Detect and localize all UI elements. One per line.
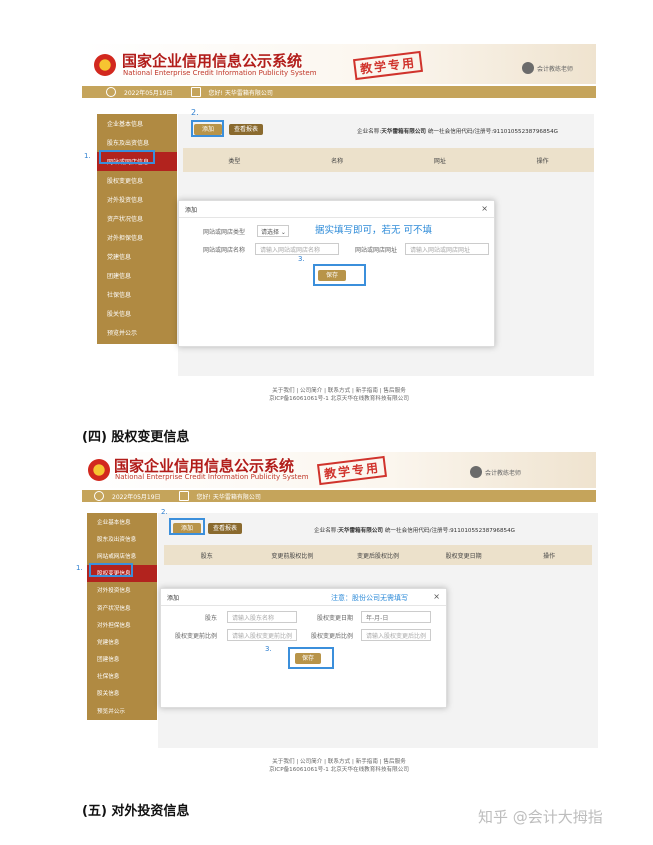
clock-icon [106, 87, 116, 97]
column-header: 股权变更日期 [445, 552, 482, 560]
sidebar-item[interactable]: 股关信息 [97, 304, 177, 323]
column-header: 变更前股权比例 [271, 552, 314, 560]
screenshot-equity-change: 国家企业信用信息公示系统 National Enterprise Credit … [76, 452, 598, 777]
step-1-label: 1. [84, 152, 91, 160]
sidebar-item[interactable]: 对外投资信息 [97, 190, 177, 209]
column-header: 类型 [228, 157, 241, 165]
user-badge[interactable]: 会计教练老师 [470, 466, 521, 478]
sidebar-item[interactable]: 企业基本信息 [97, 114, 177, 133]
system-header: 国家企业信用信息公示系统 National Enterprise Credit … [82, 44, 596, 84]
info-bar: 2022年05月19日 您好! 天华雷箱有限公司 [82, 86, 596, 98]
site-url-input[interactable]: 请输入网站或网店网址 [405, 243, 489, 255]
sidebar-item[interactable]: 预览并公示 [87, 702, 157, 719]
sidebar-item[interactable]: 股关信息 [87, 685, 157, 702]
highlight-add-button [191, 120, 224, 137]
sidebar-item[interactable]: 社保信息 [87, 668, 157, 685]
dialog-title: 添加 [167, 595, 180, 602]
sidebar-item[interactable]: 资产状况信息 [97, 209, 177, 228]
teaching-stamp: 教学专用 [316, 455, 388, 486]
column-header: 变更后股权比例 [356, 552, 399, 560]
national-emblem-icon [88, 459, 110, 481]
ratio-row: 股权变更前比例 请输入股权变更前比例 股权变更后比例 请输入股权变更后比例 [167, 629, 431, 641]
system-subtitle: National Enterprise Credit Information P… [123, 69, 317, 77]
user-icon [190, 87, 201, 97]
company-info: 企业名称:天华雷箱有限公司 统一社会信用代码/注册号:9110105523879… [314, 528, 515, 534]
sidebar-item[interactable]: 党建信息 [97, 247, 177, 266]
close-icon[interactable]: × [433, 592, 440, 601]
column-header: 名称 [331, 157, 344, 165]
company-info: 企业名称:天华雷箱有限公司 统一社会信用代码/注册号:9110105523879… [357, 129, 558, 135]
step-3-label: 3. [265, 645, 272, 653]
type-row: 网站或网店类型 请选择 ⌄ [187, 225, 289, 237]
change-date-input[interactable]: 年-月-日 [361, 611, 431, 623]
sidebar-item[interactable]: 股东及出资信息 [87, 530, 157, 547]
dialog-title: 添加 [185, 207, 198, 214]
sidebar-item[interactable]: 社保信息 [97, 285, 177, 304]
fill-note: 注意：股份公司无需填写 [331, 594, 408, 602]
dialog-divider [179, 217, 494, 218]
sidebar-item[interactable]: 团建信息 [87, 651, 157, 668]
user-badge[interactable]: 会计教练老师 [522, 62, 573, 74]
table-header: 股东 变更前股权比例 变更后股权比例 股权变更日期 操作 [164, 545, 592, 565]
heading-equity-change: (四) 股权变更信息 [82, 430, 190, 445]
footer-icp: 京ICP备16061061号-1 北京天华在线教育科技有限公司 [269, 767, 409, 773]
highlight-save-button [288, 647, 334, 669]
footer-icp: 京ICP备16061061号-1 北京天华在线教育科技有限公司 [269, 396, 409, 402]
clock-icon [94, 491, 104, 501]
sidebar-item[interactable]: 对外担保信息 [97, 228, 177, 247]
table-header: 类型 名称 网址 操作 [183, 148, 594, 172]
fill-note: 据实填写即可，若无 可不填 [315, 225, 433, 236]
system-title: 国家企业信用信息公示系统 [122, 52, 303, 70]
dialog-divider [161, 605, 446, 606]
type-select[interactable]: 请选择 ⌄ [257, 225, 289, 237]
footer-links: 关于我们 | 公司简介 | 联系方式 | 新手指南 | 售后服务 [272, 388, 406, 394]
info-bar: 2022年05月19日 您好! 天华雷箱有限公司 [82, 490, 596, 502]
sidebar-nav: 企业基本信息 股东及出资信息 网站或网店信息 股权变更信息 对外投资信息 资产状况信息 对外… [87, 513, 157, 720]
screenshot-website-info: 国家企业信用信息公示系统 National Enterprise Credit … [82, 44, 596, 404]
highlight-active-menu [89, 563, 133, 577]
highlight-save-button [313, 264, 366, 286]
holder-input[interactable]: 请输入股东名称 [227, 611, 297, 623]
zhihu-watermark: 知乎 @会计大拇指 [478, 808, 603, 826]
avatar [522, 62, 534, 74]
highlight-add-button [169, 518, 205, 535]
column-header: 网址 [433, 157, 446, 165]
sidebar-item[interactable]: 资产状况信息 [87, 599, 157, 616]
name-url-row: 网站或网店名称 请输入网站或网店名称 网站或网店网址 请输入网站或网店网址 [187, 243, 489, 255]
step-2-label: 2. [161, 508, 168, 516]
highlight-active-menu [99, 150, 155, 164]
system-subtitle: National Enterprise Credit Information P… [115, 473, 309, 481]
close-icon[interactable]: × [481, 204, 488, 213]
heading-outbound-investment: (五) 对外投资信息 [82, 804, 190, 819]
sidebar-item[interactable]: 团建信息 [97, 266, 177, 285]
step-2-label: 2. [191, 108, 199, 117]
sidebar-nav: 企业基本信息 股东及出资信息 网站或网店信息 股权变更信息 对外投资信息 资产状况信息 对外… [97, 114, 177, 344]
view-report-button[interactable]: 查看报表 [208, 523, 242, 534]
column-header: 股东 [200, 552, 213, 560]
column-header: 操作 [536, 157, 549, 165]
view-report-button[interactable]: 查看报表 [229, 124, 263, 135]
sidebar-item[interactable]: 预览并公示 [97, 323, 177, 342]
sidebar-item[interactable]: 党建信息 [87, 633, 157, 650]
user-icon [178, 491, 189, 501]
sidebar-item[interactable]: 企业基本信息 [87, 513, 157, 530]
sidebar-item[interactable]: 对外投资信息 [87, 582, 157, 599]
sidebar-item[interactable]: 股权变更信息 [97, 171, 177, 190]
system-header: 国家企业信用信息公示系统 National Enterprise Credit … [82, 452, 596, 488]
ratio-after-input[interactable]: 请输入股权变更后比例 [361, 629, 431, 641]
holder-date-row: 股东 请输入股东名称 股权变更日期 年-月-日 [167, 611, 431, 623]
sidebar-item[interactable]: 对外担保信息 [87, 616, 157, 633]
sidebar-item[interactable]: 网站或网店信息 [87, 547, 157, 564]
ratio-before-input[interactable]: 请输入股权变更前比例 [227, 629, 297, 641]
column-header: 操作 [543, 552, 556, 560]
teaching-stamp: 教学专用 [352, 50, 424, 81]
national-emblem-icon [94, 54, 116, 76]
site-name-input[interactable]: 请输入网站或网店名称 [255, 243, 339, 255]
step-3-label: 3. [298, 255, 305, 263]
step-1-label: 1. [76, 564, 83, 572]
avatar [470, 466, 482, 478]
footer-links: 关于我们 | 公司简介 | 联系方式 | 新手指南 | 售后服务 [272, 759, 406, 765]
